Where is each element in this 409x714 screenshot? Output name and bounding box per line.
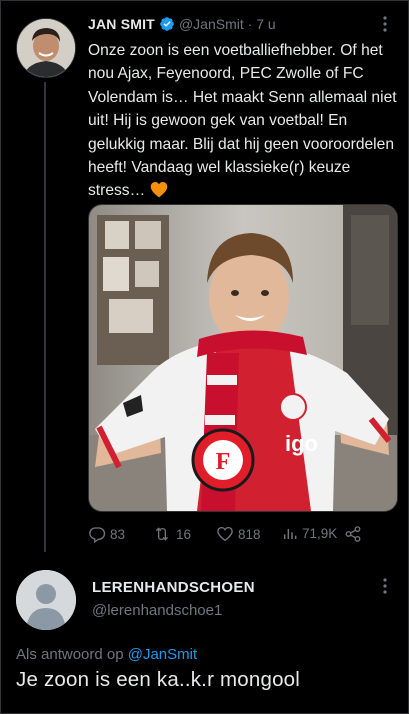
tweet-header: JAN SMIT @JanSmit · 7 u	[88, 16, 276, 36]
like-action[interactable]: 818	[216, 525, 261, 543]
reply-icon	[88, 525, 106, 543]
reply-action[interactable]: 83	[88, 525, 125, 543]
replying-to: Als antwoord op @JanSmit	[16, 646, 197, 663]
views-icon	[282, 525, 298, 541]
tweet-photo[interactable]: F igo	[88, 204, 398, 512]
replying-to-mention[interactable]: @JanSmit	[128, 646, 197, 663]
tweet-text-container: Onze zoon is een voetballiefhebber. Of h…	[88, 39, 406, 206]
share-action[interactable]	[344, 525, 362, 543]
svg-text:F: F	[216, 449, 231, 475]
tweet-text: Onze zoon is een voetballiefhebber. Of h…	[88, 42, 397, 200]
share-icon	[344, 525, 362, 543]
reply-text: Je zoon is een ka..k.r mongool	[16, 668, 301, 691]
separator-dot: ·	[247, 16, 253, 32]
reply-author-handle[interactable]: @lerenhandschoe1	[92, 602, 222, 619]
reply-count: 83	[110, 526, 126, 542]
views-count: 71,9K	[302, 525, 338, 541]
verified-badge-icon	[159, 16, 175, 35]
replying-to-prefix: Als antwoord op	[16, 646, 128, 663]
like-count: 818	[238, 526, 261, 542]
retweet-action[interactable]: 16	[152, 525, 191, 543]
svg-text:igo: igo	[285, 431, 318, 456]
retweet-count: 16	[176, 526, 192, 542]
thread-line	[44, 82, 46, 552]
reply-author-name[interactable]: LERENHANDSCHOEN	[92, 579, 255, 596]
reply-author-avatar[interactable]	[16, 570, 76, 630]
retweet-icon	[152, 525, 172, 543]
more-icon[interactable]	[383, 16, 387, 33]
orange-heart-emoji	[150, 181, 168, 205]
views-action[interactable]: 71,9K	[282, 525, 337, 541]
author-avatar[interactable]	[16, 18, 76, 78]
author-name[interactable]: JAN SMIT	[88, 16, 155, 32]
like-icon	[216, 525, 234, 543]
tweet-timestamp[interactable]: 7 u	[256, 16, 275, 32]
tweet-actions: 83 16 818 71,9K	[88, 525, 388, 545]
author-handle[interactable]: @JanSmit	[179, 16, 244, 32]
reply-more-icon[interactable]	[383, 578, 387, 595]
